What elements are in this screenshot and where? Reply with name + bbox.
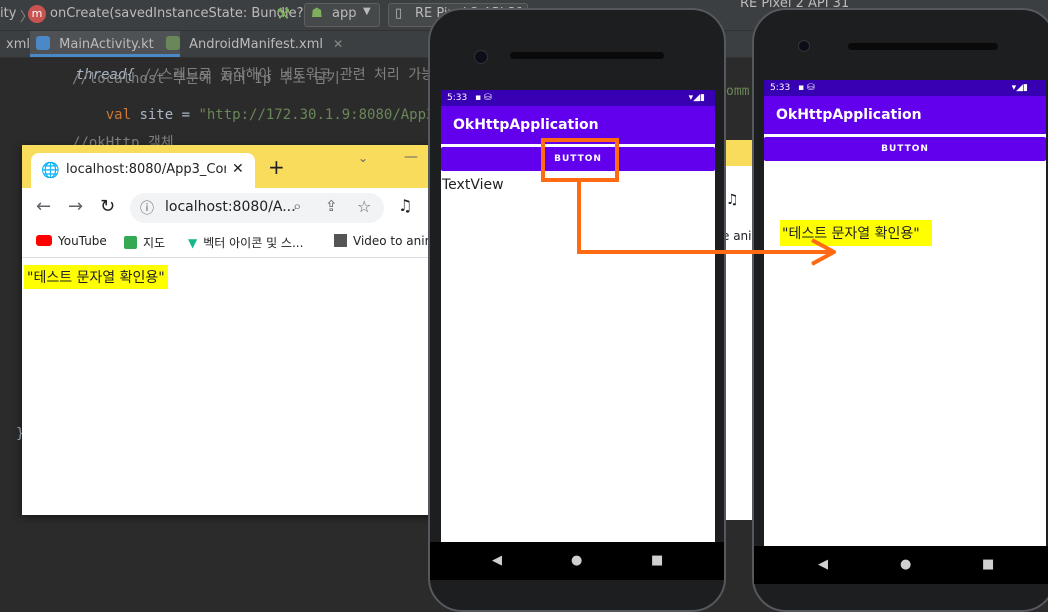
result-text-view: "테스트 문자열 확인용" bbox=[780, 220, 932, 246]
home-icon[interactable]: ● bbox=[900, 557, 911, 572]
reading-list-icon[interactable]: ♫ bbox=[398, 196, 412, 215]
youtube-icon bbox=[36, 235, 52, 246]
phone-1-screen: 5:33 ▪ ⛁ ▾◢▮ OkHttpApplication BUTTON Te… bbox=[441, 90, 715, 546]
playlist-icon: ♫ bbox=[726, 192, 739, 208]
browser-content: "테스트 문자열 확인용" bbox=[22, 259, 442, 515]
build-hammer-icon[interactable]: ⚒ bbox=[276, 4, 290, 23]
background-window: ♫ e ani bbox=[722, 140, 754, 520]
back-icon[interactable]: ◀ bbox=[492, 553, 502, 568]
background-code-fragment: omm bbox=[726, 84, 750, 99]
signal-battery-icons: ▾◢▮ bbox=[688, 93, 705, 103]
browser-tabstrip: 🌐 localhost:8080/App3_Commu ✕ + ⌄ — bbox=[22, 145, 442, 188]
video-icon bbox=[334, 234, 347, 247]
status-time: 5:33 bbox=[447, 93, 468, 103]
back-arrow-icon[interactable]: ← bbox=[36, 196, 51, 217]
home-icon[interactable]: ● bbox=[571, 553, 582, 568]
back-icon[interactable]: ◀ bbox=[818, 557, 828, 572]
bookmark-star-icon[interactable]: ☆ bbox=[357, 197, 371, 216]
recents-icon[interactable]: ■ bbox=[982, 557, 994, 572]
status-bar: 5:33 ▪ ⛁ ▾◢▮ bbox=[441, 90, 715, 106]
new-tab-icon[interactable]: + bbox=[268, 155, 285, 179]
forward-arrow-icon[interactable]: → bbox=[68, 196, 83, 217]
bookmark-maps[interactable]: 지도 bbox=[124, 234, 165, 251]
front-camera bbox=[798, 40, 810, 52]
speaker-grill bbox=[510, 52, 664, 59]
response-text: "테스트 문자열 확인용" bbox=[24, 265, 168, 289]
notification-icons: ▪ ⛁ bbox=[798, 83, 815, 93]
device-icon: ▯ bbox=[395, 6, 403, 21]
status-time: 5:33 bbox=[770, 83, 791, 93]
app-title: OkHttpApplication bbox=[453, 117, 599, 133]
close-tab-icon[interactable]: ✕ bbox=[232, 161, 244, 177]
fetch-button[interactable]: BUTTON bbox=[441, 147, 715, 171]
url-text[interactable]: localhost:8080/A... bbox=[165, 199, 296, 215]
background-window-tabstrip bbox=[722, 140, 754, 166]
minimize-icon[interactable]: — bbox=[404, 149, 418, 165]
notification-icons: ▪ ⛁ bbox=[475, 93, 492, 103]
phone-emulator-1: 5:33 ▪ ⛁ ▾◢▮ OkHttpApplication BUTTON Te… bbox=[428, 8, 726, 612]
bookmark-vector-icons[interactable]: ▼ 벡터 아이콘 및 스... bbox=[188, 234, 303, 251]
bookmark-youtube[interactable]: YouTube bbox=[36, 234, 107, 248]
tab-label: xml bbox=[6, 37, 30, 52]
run-config-label: app bbox=[332, 6, 357, 21]
front-camera bbox=[474, 50, 488, 64]
phone-emulator-2: 5:33 ▪ ⛁ ▾◢▮ OkHttpApplication BUTTON "테… bbox=[752, 8, 1048, 612]
info-icon[interactable]: ⓘ bbox=[140, 198, 154, 218]
code-line-comment-ip: //localhost 부분에 서버 Ip 주소 담기 bbox=[72, 71, 340, 87]
app-bar: OkHttpApplication bbox=[764, 96, 1046, 134]
reload-icon[interactable]: ↻ bbox=[100, 196, 115, 217]
tab-search-icon[interactable]: ⌄ bbox=[358, 151, 368, 165]
globe-icon: 🌐 bbox=[41, 161, 60, 179]
browser-tab[interactable]: 🌐 localhost:8080/App3_Commu ✕ bbox=[31, 153, 255, 188]
bookmarks-bar: YouTube 지도 ▼ 벡터 아이콘 및 스... Video to anir bbox=[22, 229, 442, 258]
nav-bar: ◀ ● ■ bbox=[754, 546, 1048, 584]
browser-window: 🌐 localhost:8080/App3_Commu ✕ + ⌄ — ← → … bbox=[22, 145, 442, 515]
text-view: TextView bbox=[442, 177, 504, 193]
recents-icon[interactable]: ■ bbox=[651, 553, 663, 568]
vector-logo-icon: ▼ bbox=[188, 236, 198, 250]
address-bar[interactable]: ⓘ localhost:8080/A... ⌕ ⇪ ☆ bbox=[130, 193, 384, 223]
speaker-grill bbox=[848, 43, 998, 50]
background-bookmark-text: e ani bbox=[722, 229, 752, 243]
browser-toolbar: ← → ↻ ⓘ localhost:8080/A... ⌕ ⇪ ☆ ♫ bbox=[22, 188, 442, 229]
share-icon[interactable]: ⇪ bbox=[325, 197, 338, 215]
status-bar: 5:33 ▪ ⛁ ▾◢▮ bbox=[764, 80, 1046, 96]
android-icon: ☗ bbox=[311, 6, 323, 21]
fetch-button[interactable]: BUTTON bbox=[764, 137, 1046, 161]
function-icon: m bbox=[28, 5, 46, 23]
maps-icon bbox=[124, 236, 137, 249]
bookmark-video[interactable]: Video to anir bbox=[334, 234, 430, 248]
zoom-search-icon[interactable]: ⌕ bbox=[293, 197, 301, 215]
app-bar: OkHttpApplication bbox=[441, 106, 715, 144]
app-title: OkHttpApplication bbox=[776, 107, 922, 123]
breadcrumb-class[interactable]: ity bbox=[0, 6, 16, 21]
run-config-select[interactable]: ☗ app ▼ bbox=[304, 3, 380, 27]
nav-bar: ◀ ● ■ bbox=[430, 542, 724, 580]
signal-battery-icons: ▾◢▮ bbox=[1011, 83, 1028, 93]
phone-2-screen: 5:33 ▪ ⛁ ▾◢▮ OkHttpApplication BUTTON "테… bbox=[764, 80, 1046, 550]
breadcrumb-function[interactable]: onCreate(savedInstanceState: Bundle?) bbox=[50, 6, 309, 21]
browser-tab-title: localhost:8080/App3_Commu bbox=[66, 162, 226, 177]
chevron-down-icon: ▼ bbox=[363, 6, 371, 17]
